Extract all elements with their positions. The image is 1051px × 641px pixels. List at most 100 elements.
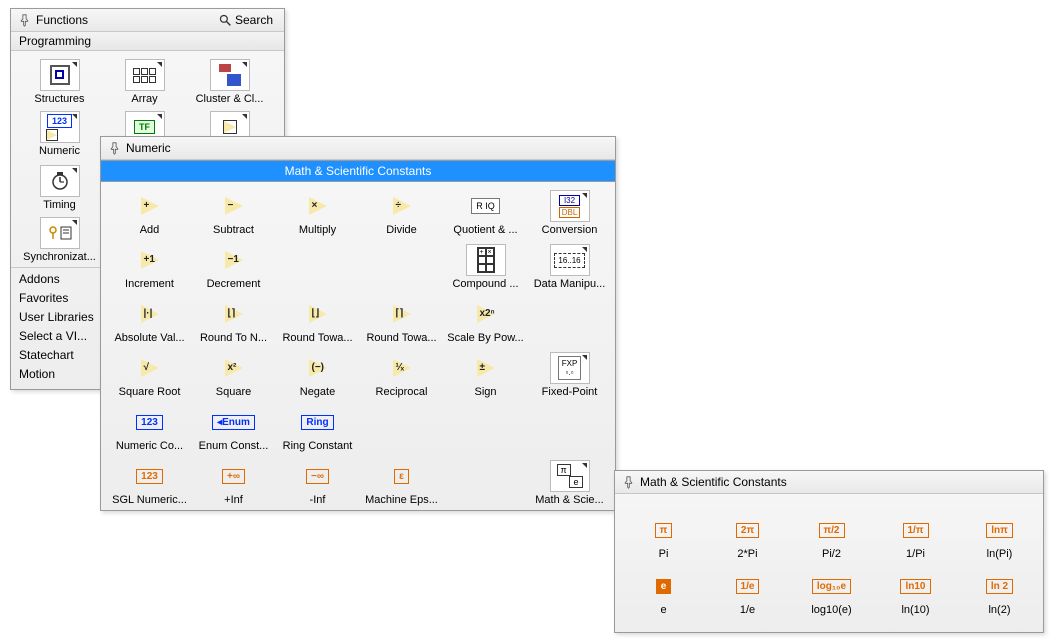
search-label: Search bbox=[235, 13, 273, 27]
numeric-item[interactable]: ×Multiply bbox=[275, 188, 360, 238]
numeric-item[interactable]: ÷Divide bbox=[359, 188, 444, 238]
constant-item-label: Pi/2 bbox=[791, 548, 873, 560]
functions-section-header[interactable]: Programming bbox=[11, 32, 284, 51]
palette-item-label: Cluster & Cl... bbox=[189, 93, 271, 105]
numeric-item[interactable]: ◂EnumEnum Const... bbox=[191, 404, 276, 454]
numeric-item[interactable]: x2ⁿ Scale By Pow... bbox=[443, 296, 528, 346]
numeric-item-label: Square Root bbox=[109, 386, 191, 398]
constant-item[interactable]: ln10ln(10) bbox=[873, 568, 958, 618]
numeric-item-label: Machine Eps... bbox=[361, 494, 443, 506]
numeric-item[interactable]: 123Numeric Co... bbox=[107, 404, 192, 454]
numeric-item-label: Conversion bbox=[529, 224, 611, 236]
constants-grid: πPi2π2*Piπ/2Pi/21/π1/Pilnπln(Pi) ee1/e1/e… bbox=[615, 494, 1043, 632]
functions-titlebar: Functions Search bbox=[11, 9, 284, 32]
numeric-item-icon: I32DBL bbox=[550, 190, 590, 222]
numeric-banner: Math & Scientific Constants bbox=[101, 160, 615, 182]
numeric-item[interactable]: πeMath & Scie... bbox=[527, 458, 612, 508]
numeric-item[interactable]: +Add bbox=[107, 188, 192, 238]
numeric-item[interactable]: +∞+Inf bbox=[191, 458, 276, 508]
constant-item[interactable]: ee bbox=[621, 568, 706, 618]
palette-item-array[interactable]: Array bbox=[102, 57, 187, 107]
numeric-item-icon: Ring bbox=[298, 406, 338, 438]
numeric-item-label: Scale By Pow... bbox=[445, 332, 527, 344]
palette-item-sync[interactable]: Synchronizat... bbox=[17, 215, 102, 265]
constant-item[interactable]: ln 2ln(2) bbox=[957, 568, 1042, 618]
constant-item[interactable]: 1/π1/Pi bbox=[873, 512, 958, 562]
numeric-palette: Numeric Math & Scientific Constants +Add… bbox=[100, 136, 616, 511]
numeric-item-icon: (−) bbox=[298, 352, 338, 384]
numeric-item-icon: ± bbox=[466, 352, 506, 384]
pin-icon[interactable] bbox=[107, 141, 121, 155]
constant-item[interactable]: 1/e1/e bbox=[705, 568, 790, 618]
numeric-titlebar: Numeric bbox=[101, 137, 615, 160]
numeric-item-icon: +× bbox=[466, 244, 506, 276]
numeric-item[interactable]: R IQQuotient & ... bbox=[443, 188, 528, 238]
numeric-item-icon: x² bbox=[214, 352, 254, 384]
numeric-item-icon: ⌊⌋ bbox=[298, 298, 338, 330]
numeric-item-label: -Inf bbox=[277, 494, 359, 506]
numeric-item[interactable]: (−)Negate bbox=[275, 350, 360, 400]
numeric-item-icon: x2ⁿ bbox=[466, 298, 506, 330]
numeric-item[interactable]: −Subtract bbox=[191, 188, 276, 238]
numeric-item[interactable]: +1Increment bbox=[107, 242, 192, 292]
numeric-item-icon: +1 bbox=[130, 244, 170, 276]
constant-item-icon: lnπ bbox=[980, 514, 1020, 546]
numeric-item[interactable]: Ring Ring Constant bbox=[275, 404, 360, 454]
numeric-item-label: +Inf bbox=[193, 494, 275, 506]
constant-item-icon: π bbox=[644, 514, 684, 546]
numeric-item-label: Divide bbox=[361, 224, 443, 236]
numeric-item[interactable]: 16..16 Data Manipu... bbox=[527, 242, 612, 292]
palette-item-label: Array bbox=[104, 93, 186, 105]
pin-icon[interactable] bbox=[621, 475, 635, 489]
numeric-item-icon: −∞ bbox=[298, 460, 338, 492]
constant-item[interactable]: lnπln(Pi) bbox=[957, 512, 1042, 562]
numeric-item-icon: 16..16 bbox=[550, 244, 590, 276]
numeric-item[interactable]: ¹⁄ₓReciprocal bbox=[359, 350, 444, 400]
numeric-item-label: Numeric Co... bbox=[109, 440, 191, 452]
palette-item-numeric[interactable]: 123 Numeric bbox=[17, 109, 102, 159]
numeric-item bbox=[443, 458, 528, 508]
numeric-item bbox=[359, 242, 444, 292]
numeric-item-label: Data Manipu... bbox=[529, 278, 611, 290]
numeric-item[interactable]: 123SGL Numeric... bbox=[107, 458, 192, 508]
search-button[interactable]: Search bbox=[214, 11, 278, 29]
numeric-item-icon: ◂Enum bbox=[214, 406, 254, 438]
numeric-item[interactable]: ±Sign bbox=[443, 350, 528, 400]
numeric-item[interactable]: εMachine Eps... bbox=[359, 458, 444, 508]
numeric-item[interactable]: −∞ -Inf bbox=[275, 458, 360, 508]
numeric-item-label: Round Towa... bbox=[277, 332, 359, 344]
numeric-item[interactable]: FXP▫.▫Fixed-Point bbox=[527, 350, 612, 400]
constant-item[interactable]: πPi bbox=[621, 512, 706, 562]
numeric-item[interactable]: √Square Root bbox=[107, 350, 192, 400]
numeric-item[interactable]: ⌊⌉Round To N... bbox=[191, 296, 276, 346]
numeric-item[interactable]: ⌊⌋ Round Towa... bbox=[275, 296, 360, 346]
constant-item[interactable]: 2π2*Pi bbox=[705, 512, 790, 562]
palette-item-structures[interactable]: Structures bbox=[17, 57, 102, 107]
pin-icon[interactable] bbox=[17, 13, 31, 27]
numeric-item-label: Ring Constant bbox=[277, 440, 359, 452]
constant-item-label: 1/e bbox=[707, 604, 789, 616]
numeric-item[interactable]: I32DBL Conversion bbox=[527, 188, 612, 238]
palette-item-cluster[interactable]: Cluster & Cl... bbox=[187, 57, 272, 107]
timing-icon bbox=[40, 165, 80, 197]
numeric-item-label: Absolute Val... bbox=[109, 332, 191, 344]
numeric-item-label: Add bbox=[109, 224, 191, 236]
numeric-item[interactable]: −1Decrement bbox=[191, 242, 276, 292]
numeric-item[interactable]: x²Square bbox=[191, 350, 276, 400]
constant-item[interactable]: π/2Pi/2 bbox=[789, 512, 874, 562]
numeric-item-label: Multiply bbox=[277, 224, 359, 236]
numeric-item[interactable]: ⌈⌉Round Towa... bbox=[359, 296, 444, 346]
sync-icon bbox=[40, 217, 80, 249]
numeric-item[interactable]: |·|Absolute Val... bbox=[107, 296, 192, 346]
numeric-item-label: Compound ... bbox=[445, 278, 527, 290]
palette-item-timing[interactable]: Timing bbox=[17, 163, 102, 213]
palette-item-label: Timing bbox=[19, 199, 101, 211]
numeric-item-label: Round To N... bbox=[193, 332, 275, 344]
constant-item-label: ln(2) bbox=[959, 604, 1041, 616]
numeric-grid: +Add−Subtract×Multiply÷DivideR IQQuotien… bbox=[101, 182, 615, 510]
constant-item-label: 2*Pi bbox=[707, 548, 789, 560]
constant-item-label: e bbox=[623, 604, 705, 616]
constant-item[interactable]: log₁₀elog10(e) bbox=[789, 568, 874, 618]
palette-item-label: Structures bbox=[19, 93, 101, 105]
numeric-item[interactable]: +× Compound ... bbox=[443, 242, 528, 292]
